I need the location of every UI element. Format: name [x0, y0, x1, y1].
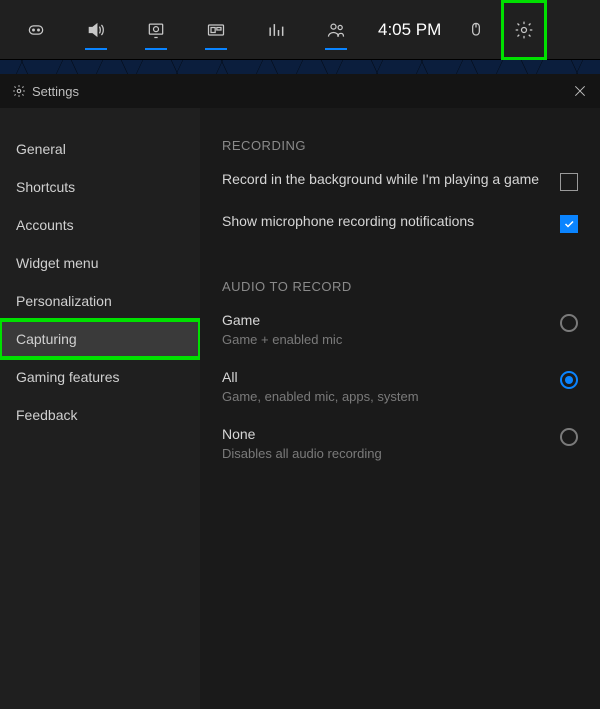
settings-title: Settings	[32, 84, 572, 99]
sidebar-item-shortcuts[interactable]: Shortcuts	[0, 168, 200, 206]
settings-content: RECORDING Record in the background while…	[200, 108, 600, 709]
background-record-checkbox[interactable]	[560, 173, 578, 191]
radio-audio-all[interactable]	[560, 371, 578, 389]
sidebar-item-label: General	[16, 141, 66, 157]
radio-audio-game[interactable]	[560, 314, 578, 332]
widget-store-icon[interactable]	[188, 0, 244, 60]
sidebar-item-accounts[interactable]: Accounts	[0, 206, 200, 244]
mic-notifications-label: Show microphone recording notifications	[222, 213, 548, 229]
sidebar-item-capturing[interactable]: Capturing	[0, 320, 200, 358]
performance-icon[interactable]	[248, 0, 304, 60]
radio-sub: Game, enabled mic, apps, system	[222, 389, 548, 404]
radio-title: None	[222, 426, 548, 442]
settings-sidebar: General Shortcuts Accounts Widget menu P…	[0, 108, 200, 709]
row-audio-none: None Disables all audio recording	[222, 426, 578, 461]
mic-notifications-checkbox[interactable]	[560, 215, 578, 233]
radio-sub: Disables all audio recording	[222, 446, 548, 461]
row-audio-game: Game Game + enabled mic	[222, 312, 578, 347]
radio-title: Game	[222, 312, 548, 328]
settings-panel-header: Settings	[0, 74, 600, 108]
sidebar-item-widget-menu[interactable]: Widget menu	[0, 244, 200, 282]
row-background-record: Record in the background while I'm playi…	[222, 171, 578, 191]
xbox-icon[interactable]	[8, 0, 64, 60]
clock: 4:05 PM	[368, 20, 451, 40]
sidebar-item-label: Feedback	[16, 407, 77, 423]
section-audio-to-record: AUDIO TO RECORD	[222, 279, 578, 294]
sidebar-item-personalization[interactable]: Personalization	[0, 282, 200, 320]
sidebar-item-label: Personalization	[16, 293, 112, 309]
capture-icon[interactable]	[128, 0, 184, 60]
sidebar-item-label: Capturing	[16, 331, 77, 347]
radio-title: All	[222, 369, 548, 385]
gear-icon	[12, 84, 26, 98]
audio-icon[interactable]	[68, 0, 124, 60]
row-mic-notifications: Show microphone recording notifications	[222, 213, 578, 233]
row-audio-all: All Game, enabled mic, apps, system	[222, 369, 578, 404]
sidebar-item-label: Accounts	[16, 217, 74, 233]
sidebar-item-gaming-features[interactable]: Gaming features	[0, 358, 200, 396]
sidebar-item-feedback[interactable]: Feedback	[0, 396, 200, 434]
desktop-background-strip	[0, 60, 600, 74]
background-record-label: Record in the background while I'm playi…	[222, 171, 548, 187]
xbox-game-bar-topbar: 4:05 PM	[0, 0, 600, 60]
sidebar-item-general[interactable]: General	[0, 130, 200, 168]
radio-audio-none[interactable]	[560, 428, 578, 446]
sidebar-item-label: Widget menu	[16, 255, 98, 271]
settings-gear-icon[interactable]	[501, 0, 547, 60]
sidebar-item-label: Shortcuts	[16, 179, 75, 195]
close-icon[interactable]	[572, 83, 588, 99]
radio-sub: Game + enabled mic	[222, 332, 548, 347]
section-recording: RECORDING	[222, 138, 578, 153]
mouse-passthrough-icon[interactable]	[455, 0, 497, 60]
xbox-social-icon[interactable]	[308, 0, 364, 60]
sidebar-item-label: Gaming features	[16, 369, 120, 385]
